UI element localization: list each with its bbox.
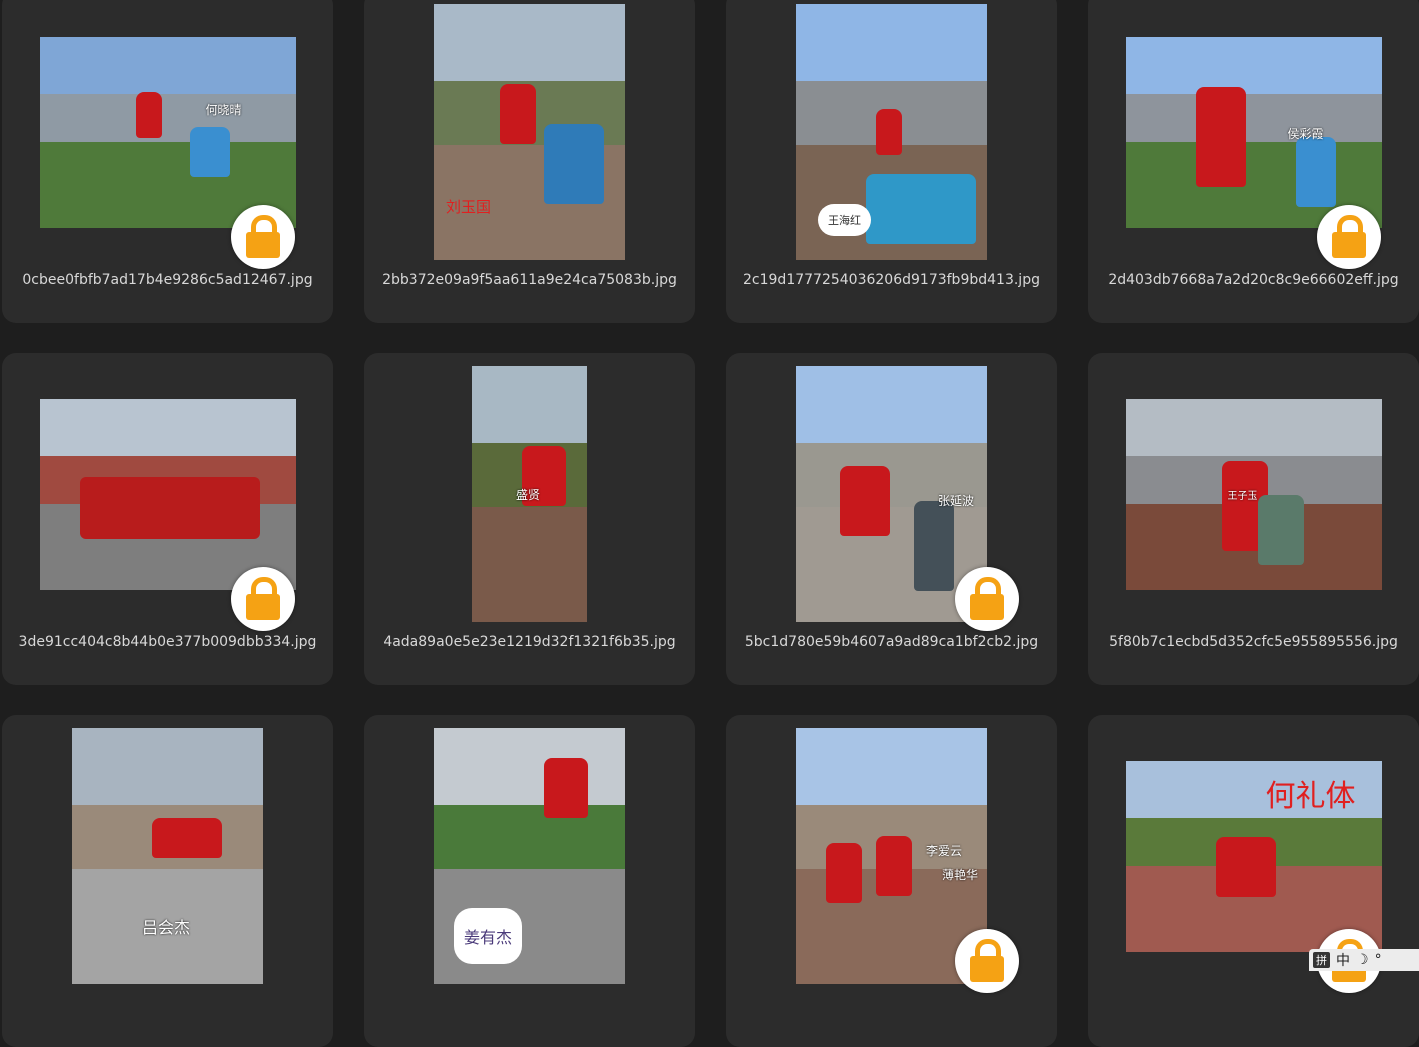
image-filename: 3de91cc404c8b44b0e377b009dbb334.jpg — [18, 634, 317, 650]
image-card[interactable]: 张延波 5bc1d780e59b4607a9ad89ca1bf2cb2.jpg — [726, 353, 1057, 685]
image-card[interactable]: 李爱云 薄艳华 — [726, 715, 1057, 1047]
system-tray: 拼 中 ☽ ° — [1309, 949, 1419, 971]
language-toggle[interactable]: 中 — [1336, 950, 1350, 970]
image-filename: 5f80b7c1ecbd5d352cfc5e955895556.jpg — [1109, 634, 1398, 650]
photo-caption: 盛贤 — [516, 488, 541, 502]
image-card[interactable]: 何礼体 — [1088, 715, 1419, 1047]
image-card[interactable]: 王海红 2c19d1777254036206d9173fb9bd413.jpg — [726, 0, 1057, 323]
image-card[interactable]: 姜有杰 — [364, 715, 695, 1047]
image-filename: 0cbee0fbfb7ad17b4e9286c5ad12467.jpg — [22, 272, 313, 288]
punctuation-icon[interactable]: ° — [1375, 952, 1382, 968]
photo-caption: 何礼体 — [1265, 778, 1356, 814]
image-thumbnail[interactable]: 吕会杰 — [72, 728, 263, 984]
photo-caption: 侯彩霞 — [1287, 126, 1324, 141]
lock-icon — [231, 205, 295, 269]
image-thumbnail[interactable]: 王子玉 — [1125, 398, 1382, 590]
photo-caption: 何晓晴 — [205, 102, 242, 117]
image-thumbnail[interactable]: 姜有杰 — [434, 728, 625, 984]
image-thumbnail[interactable]: 盛贤 — [472, 366, 587, 622]
lock-icon — [955, 567, 1019, 631]
moon-icon[interactable]: ☽ — [1356, 952, 1369, 968]
lock-icon — [231, 567, 295, 631]
image-thumbnail[interactable] — [39, 398, 296, 590]
lock-icon — [1317, 205, 1381, 269]
image-filename: 4ada89a0e5e23e1219d32f1321f6b35.jpg — [383, 634, 676, 650]
image-card[interactable]: 3de91cc404c8b44b0e377b009dbb334.jpg — [2, 353, 333, 685]
image-grid: 何晓晴 0cbee0fbfb7ad17b4e9286c5ad12467.jpg … — [0, 0, 1419, 1047]
image-filename: 5bc1d780e59b4607a9ad89ca1bf2cb2.jpg — [744, 634, 1039, 650]
image-card[interactable]: 吕会杰 — [2, 715, 333, 1047]
image-thumbnail[interactable]: 何礼体 — [1125, 760, 1382, 952]
photo-caption: 王子玉 — [1227, 490, 1258, 502]
image-thumbnail[interactable]: 何晓晴 — [39, 36, 296, 228]
photo-caption: 姜有杰 — [454, 908, 523, 964]
photo-caption: 王海红 — [818, 204, 871, 236]
image-thumbnail[interactable]: 侯彩霞 — [1125, 36, 1382, 228]
photo-caption: 刘玉国 — [446, 198, 492, 216]
image-filename: 2d403db7668a7a2d20c8c9e66602eff.jpg — [1108, 272, 1399, 288]
photo-caption: 张延波 — [938, 494, 975, 508]
lock-icon — [955, 929, 1019, 993]
photo-caption: 李爱云 — [926, 844, 963, 858]
photo-caption: 吕会杰 — [142, 918, 191, 937]
image-card[interactable]: 王子玉 5f80b7c1ecbd5d352cfc5e955895556.jpg — [1088, 353, 1419, 685]
image-card[interactable]: 盛贤 4ada89a0e5e23e1219d32f1321f6b35.jpg — [364, 353, 695, 685]
ime-indicator[interactable]: 拼 — [1313, 952, 1330, 968]
image-card[interactable]: 何晓晴 0cbee0fbfb7ad17b4e9286c5ad12467.jpg — [2, 0, 333, 323]
image-filename: 2c19d1777254036206d9173fb9bd413.jpg — [743, 272, 1040, 288]
image-thumbnail[interactable]: 刘玉国 — [434, 4, 625, 260]
image-card[interactable]: 侯彩霞 2d403db7668a7a2d20c8c9e66602eff.jpg — [1088, 0, 1419, 323]
image-filename: 2bb372e09a9f5aa611a9e24ca75083b.jpg — [382, 272, 677, 288]
image-thumbnail[interactable]: 王海红 — [796, 4, 987, 260]
image-card[interactable]: 刘玉国 2bb372e09a9f5aa611a9e24ca75083b.jpg — [364, 0, 695, 323]
photo-caption-secondary: 薄艳华 — [942, 868, 979, 882]
